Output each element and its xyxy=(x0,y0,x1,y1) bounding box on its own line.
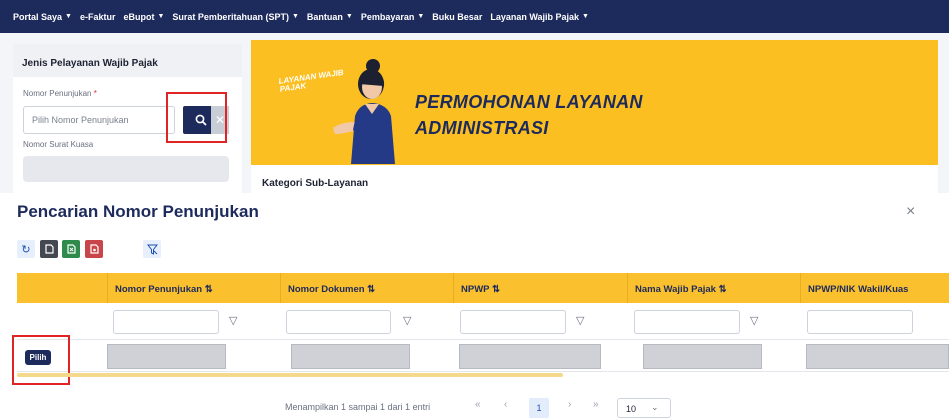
service-banner: LAYANAN WAJIB PAJAK PERMOHONAN LAYANAN A… xyxy=(251,40,938,165)
export-excel-button[interactable] xyxy=(62,240,80,258)
officer-illustration xyxy=(333,59,395,164)
nav-bantuan[interactable]: Bantuan ▼ xyxy=(307,12,353,22)
banner-title-line-1: PERMOHONAN LAYANAN xyxy=(415,92,643,112)
page-size-select[interactable]: 10 ⌄ xyxy=(617,398,671,418)
page-root: Portal Saya ▼ e-Faktur eBupot ▼ Surat Pemb… xyxy=(0,0,949,420)
caret-down-icon: ▼ xyxy=(417,13,425,20)
nav-label: Bantuan xyxy=(306,11,343,22)
page-button-1[interactable]: 1 xyxy=(529,398,549,418)
filter-icon[interactable]: ▽ xyxy=(750,314,758,327)
clear-filter-icon xyxy=(146,244,158,255)
caret-down-icon: ▼ xyxy=(582,13,589,20)
panel-title: Jenis Pelayanan Wajib Pajak xyxy=(13,44,242,77)
page-size-value: 10 xyxy=(626,404,637,414)
cell-nomor-dokumen xyxy=(291,344,410,369)
nav-label: Layanan Wajib Pajak xyxy=(490,11,580,22)
next-page-icon[interactable]: › xyxy=(568,399,571,410)
cell-nomor-penunjukan xyxy=(107,344,226,369)
caret-down-icon: ▼ xyxy=(345,13,353,20)
nav-label: eBupot xyxy=(123,11,155,22)
pagination: Menampilkan 1 sampai 1 dari 1 entri « ‹ … xyxy=(0,398,949,418)
filter-input-npwp-nik-wakil[interactable] xyxy=(807,310,913,334)
pagination-info: Menampilkan 1 sampai 1 dari 1 entri xyxy=(285,402,431,412)
filter-icon[interactable]: ▽ xyxy=(229,314,237,327)
nav-label: Pembayaran xyxy=(360,11,415,22)
required-mark: * xyxy=(93,89,97,98)
prev-page-icon[interactable]: ‹ xyxy=(504,399,507,410)
nav-pembayaran[interactable]: Pembayaran ▼ xyxy=(361,12,424,22)
modal-title: Pencarian Nomor Penunjukan xyxy=(17,202,259,221)
banner-title-line-2: ADMINISTRASI xyxy=(415,118,549,138)
label-text: Nomor Penunjukan xyxy=(23,89,92,98)
cell-npwp xyxy=(459,344,601,369)
kategori-sub-layanan-label: Kategori Sub-Layanan xyxy=(262,178,369,189)
filter-input-npwp[interactable] xyxy=(460,310,566,334)
column-header-nomor-penunjukan[interactable]: Nomor Penunjukan ⇅ xyxy=(107,273,280,303)
chevron-down-icon: ⌄ xyxy=(651,402,659,412)
filter-input-nama-wajib-pajak[interactable] xyxy=(634,310,740,334)
filter-icon[interactable]: ▽ xyxy=(403,314,411,327)
first-page-icon[interactable]: « xyxy=(475,399,481,410)
cell-nama-wajib-pajak xyxy=(643,344,762,369)
filter-icon[interactable]: ▽ xyxy=(576,314,584,327)
nomor-penunjukan-input[interactable]: Pilih Nomor Penunjukan xyxy=(23,106,175,134)
column-header-npwp-nik-wakil[interactable]: NPWP/NIK Wakil/Kuas xyxy=(800,273,949,303)
nav-layanan-wajib-pajak[interactable]: Layanan Wajib Pajak ▼ xyxy=(490,12,589,22)
nomor-penunjukan-label: Nomor Penunjukan * xyxy=(23,89,97,98)
column-header-nomor-dokumen[interactable]: Nomor Dokumen ⇅ xyxy=(280,273,453,303)
nav-label: e-Faktur xyxy=(79,11,116,22)
highlight-pilih-button xyxy=(12,335,70,385)
column-header-nama-wajib-pajak[interactable]: Nama Wajib Pajak ⇅ xyxy=(627,273,800,303)
file-icon xyxy=(44,244,54,254)
cell-npwp-nik-wakil xyxy=(806,344,949,369)
filter-input-nomor-penunjukan[interactable] xyxy=(113,310,219,334)
caret-down-icon: ▼ xyxy=(65,13,72,20)
nav-spt[interactable]: Surat Pemberitahuan (SPT) ▼ xyxy=(172,12,298,22)
top-nav: Portal Saya ▼ e-Faktur eBupot ▼ Surat Pemb… xyxy=(0,0,949,33)
caret-down-icon: ▼ xyxy=(157,13,165,20)
nav-e-faktur[interactable]: e-Faktur xyxy=(80,12,116,22)
nav-label: Buku Besar xyxy=(432,11,483,22)
nav-label: Surat Pemberitahuan (SPT) xyxy=(172,11,289,22)
refresh-button[interactable]: ↻ xyxy=(17,240,35,258)
column-header-action xyxy=(17,273,107,303)
column-header-npwp[interactable]: NPWP ⇅ xyxy=(453,273,627,303)
table-header: Nomor Penunjukan ⇅ Nomor Dokumen ⇅ NPWP … xyxy=(17,273,949,303)
highlight-search-button xyxy=(166,92,227,143)
nomor-surat-kuasa-field xyxy=(23,156,229,182)
nav-portal-saya[interactable]: Portal Saya ▼ xyxy=(13,12,72,22)
nomor-surat-kuasa-label: Nomor Surat Kuasa xyxy=(23,140,94,149)
nav-ebupot[interactable]: eBupot ▼ xyxy=(123,12,164,22)
export-file-button[interactable] xyxy=(40,240,58,258)
table-row: Pilih xyxy=(17,340,949,372)
pdf-icon xyxy=(89,244,99,254)
filter-input-nomor-dokumen[interactable] xyxy=(286,310,391,334)
filter-row: ▽ ▽ ▽ ▽ xyxy=(17,303,949,340)
export-pdf-button[interactable] xyxy=(85,240,103,258)
close-icon[interactable]: × xyxy=(906,203,915,221)
clear-filter-button[interactable] xyxy=(143,240,161,258)
horizontal-scrollbar[interactable] xyxy=(17,373,563,377)
search-modal: Pencarian Nomor Penunjukan × ↻ Nomor Pen… xyxy=(0,193,949,420)
caret-down-icon: ▼ xyxy=(291,13,299,20)
nav-buku-besar[interactable]: Buku Besar xyxy=(432,12,482,22)
last-page-icon[interactable]: » xyxy=(593,399,599,410)
nav-label: Portal Saya xyxy=(13,11,63,22)
excel-icon xyxy=(66,244,76,254)
refresh-icon: ↻ xyxy=(21,243,31,256)
